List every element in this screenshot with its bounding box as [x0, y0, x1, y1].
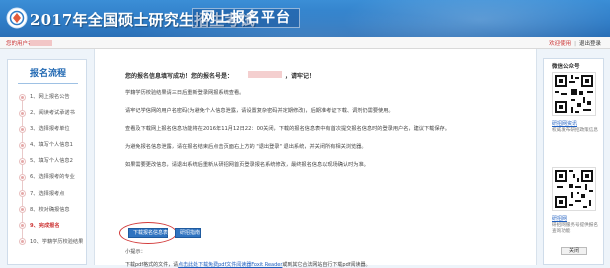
step-label: 2、阅读考试承诺书	[30, 110, 75, 117]
sidebar-divider	[18, 83, 78, 84]
process-step: 6、选择报考的专业	[8, 169, 88, 185]
process-step: 4、填写个人信息1	[8, 137, 88, 153]
wechat-account-desc: 研招网服务号提供报名查询功能	[552, 223, 598, 234]
note-prefix: 下载pdf格式的文件，请	[125, 262, 179, 268]
process-step: 8、校对确报信息	[8, 202, 88, 218]
step-label: 3、选择报考单位	[30, 126, 70, 133]
step-label: 4、填写个人信息1	[30, 142, 73, 149]
logout-link[interactable]: 退出登录	[576, 41, 604, 47]
download-registration-form-button[interactable]: 下载报名信息表	[128, 228, 168, 238]
pdf-reader-note: 下载pdf格式的文件，请点击此处下载免费pdf文件阅读器Foxit Reader…	[125, 261, 371, 268]
step-dot-icon	[20, 223, 25, 229]
info-paragraph: 查看及下载网上报名信息功能将在2016年11月12日22：00关闭，下载的报名信…	[125, 126, 450, 132]
chsi-logo-icon	[6, 7, 28, 29]
step-dot-icon	[20, 158, 25, 164]
guide-button[interactable]: 研招指南	[175, 228, 201, 238]
info-paragraph: 学籍学历校验结果请三日后重新登录网报系统查看。	[125, 90, 245, 96]
process-step-list: 1、网上报名公告 2、阅读考试承诺书 3、选择报考单位 4、填写个人信息1 5、…	[8, 89, 88, 250]
process-step: 2、阅读考试承诺书	[8, 105, 88, 121]
process-step-current: 9、完成报名	[8, 218, 88, 234]
tip-label: 小提示：	[125, 249, 146, 255]
main-content: 您的报名信息填写成功！您的报名号是： ，请牢记！ 学籍学历校验结果请三日后重新登…	[94, 49, 537, 268]
step-label: 1、网上报名公告	[30, 94, 70, 100]
step-dot-icon	[20, 239, 25, 245]
foxit-reader-link[interactable]: 点击此处下载免费pdf文件阅读器Foxit Reader	[178, 262, 282, 268]
sidebar-title: 报名流程	[29, 69, 66, 79]
step-dot-icon	[20, 94, 25, 100]
wechat-panel-title: 微信公众号	[552, 64, 580, 70]
step-dot-icon	[20, 110, 25, 116]
process-step: 10、学籍学历校验结果	[8, 234, 88, 250]
process-sidebar: 报名流程 1、网上报名公告 2、阅读考试承诺书 3、选择报考单位 4、填写个人信…	[7, 59, 87, 265]
wechat-account-name[interactable]: 研招网	[552, 215, 567, 222]
step-label: 10、学籍学历校验结果	[30, 238, 84, 245]
qr-code-icon	[552, 167, 596, 211]
step-label: 8、校对确报信息	[30, 206, 70, 213]
info-paragraph: 为避免报名信息泄露，请在报名结束后点击页面右上方的 "退出登录" 退出系统，并关…	[125, 144, 367, 150]
step-label: 7、选择报考点	[30, 190, 65, 197]
step-dot-icon	[20, 191, 25, 197]
wechat-panel: 微信公众号 研招网资讯 权威发布研招政策信息 研招网 研招网服务号提供报名查询功…	[543, 58, 604, 265]
site-banner: 2017年全国硕士研究生招生考试 网上报名平台	[0, 0, 610, 37]
wechat-account-desc: 权威发布研招政策信息	[552, 128, 598, 133]
step-dot-icon	[20, 174, 25, 180]
success-headline: 您的报名信息填写成功！您的报名号是：	[125, 73, 234, 80]
step-label: 9、完成报名	[30, 222, 60, 229]
success-headline-suffix: ，请牢记！	[285, 73, 316, 80]
close-button[interactable]: 关闭	[561, 247, 587, 255]
qr-code-icon	[552, 72, 596, 116]
user-links: 欢迎使用 | 退出登录	[546, 39, 604, 47]
step-label: 6、选择报考的专业	[30, 174, 75, 181]
step-label: 5、填写个人信息2	[30, 158, 73, 165]
process-step: 3、选择报考单位	[8, 121, 88, 137]
site-subtitle: 网上报名平台	[192, 8, 300, 28]
info-paragraph: 如果需要更改信息，请退出系统后重新从研招网首页登录报名系统修改，最终报名信息以现…	[125, 162, 369, 168]
step-dot-icon	[20, 207, 25, 213]
username-redacted	[30, 40, 52, 46]
note-suffix: 或到其它合法网站自行下载pdf阅读器。	[282, 262, 371, 268]
welcome-link[interactable]: 欢迎使用	[546, 41, 574, 47]
user-bar: 您的用户名: 欢迎使用 | 退出登录	[0, 37, 610, 49]
step-dot-icon	[20, 142, 25, 148]
process-step: 1、网上报名公告	[8, 89, 88, 105]
process-step: 5、填写个人信息2	[8, 153, 88, 169]
process-step: 7、选择报考点	[8, 186, 88, 202]
registration-number-redacted	[248, 71, 282, 78]
wechat-account-name[interactable]: 研招网资讯	[552, 120, 577, 127]
step-dot-icon	[20, 126, 25, 132]
info-paragraph: 请牢记学信网的用户名密码(为避免个人信息泄露，请设置复杂密码并定期修改)，后期准…	[125, 108, 394, 114]
